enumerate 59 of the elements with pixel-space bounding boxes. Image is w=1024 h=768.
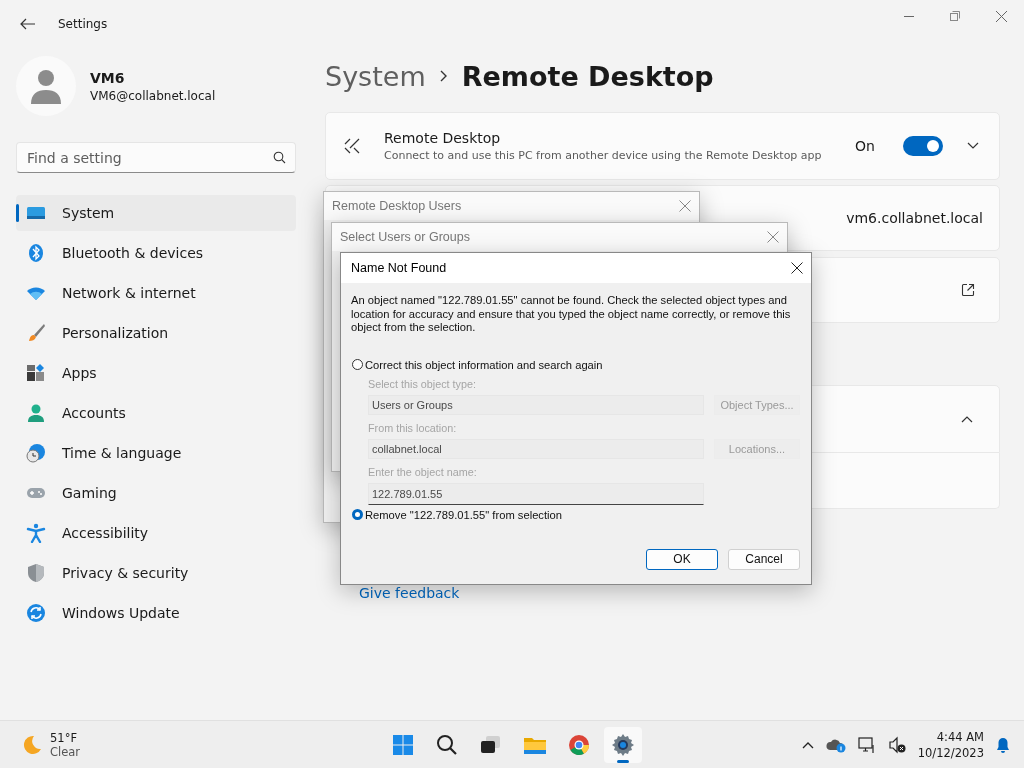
pc-name: vm6.collabnet.local (846, 210, 983, 226)
setting-title: Remote Desktop (384, 130, 502, 146)
globe-clock-icon (26, 443, 46, 463)
dialog-title: Select Users or Groups (340, 230, 470, 244)
chevron-up-icon[interactable] (801, 740, 814, 749)
weather-temperature: 51°F (50, 730, 78, 745)
person-icon (26, 403, 46, 423)
toggle-state-label: On (855, 138, 875, 154)
nav-item[interactable]: Gaming (16, 475, 296, 511)
minimize-icon (904, 15, 914, 17)
shield-icon (26, 563, 46, 583)
user-name: VM6 (90, 69, 126, 86)
close-button[interactable] (791, 262, 803, 274)
nav-item[interactable]: Time & language (16, 435, 296, 471)
page-title: Remote Desktop (461, 60, 714, 92)
paintbrush-icon (26, 323, 46, 343)
clock[interactable]: 4:44 AM 10/12/2023 (917, 728, 984, 761)
dialog-message: An object named "122.789.01.55" cannot be found. Check the selected object types and location for accuracy and ensure that you typed the object name correctly, or remove this object from the selection. (351, 294, 792, 335)
accessibility-icon (26, 523, 46, 543)
feedback-link[interactable]: Give feedback (325, 585, 1000, 601)
volume-muted-icon[interactable] (887, 735, 906, 754)
nav-item[interactable]: Windows Update (16, 595, 296, 631)
weather-condition: Clear (50, 744, 81, 759)
nav-item[interactable]: Network & internet (16, 275, 296, 311)
radio-button[interactable]: Remove "122.789.01.55" from selection (352, 508, 811, 521)
nav-item[interactable]: System (16, 195, 296, 231)
external-link-icon[interactable] (961, 283, 975, 297)
radio-button[interactable]: Correct this object information and search again (352, 358, 811, 371)
nav-item[interactable]: Privacy & security (16, 555, 296, 591)
dialog-title: Name Not Found (351, 261, 447, 275)
breadcrumb-link[interactable]: System (325, 60, 426, 92)
nav-item[interactable]: Accounts (16, 395, 296, 431)
bluetooth-icon (26, 243, 46, 263)
nav-item[interactable]: Personalization (16, 315, 296, 351)
field-label: Enter the object name: (368, 465, 478, 479)
network-icon[interactable] (857, 735, 876, 754)
remote-desktop-icon (342, 136, 362, 156)
nav-item[interactable]: Apps (16, 355, 296, 391)
close-icon (995, 10, 1007, 22)
back-arrow-icon (20, 18, 36, 30)
window-title: Settings (58, 17, 108, 31)
user-email: VM6@collabnet.local (90, 88, 216, 103)
restore-icon (950, 11, 960, 21)
nav-item[interactable]: Bluetooth & devices (16, 235, 296, 271)
setting-description: Connect to and use this PC from another device using the Remote Desktop app (384, 149, 822, 162)
cancel-button[interactable]: Cancel (728, 548, 800, 570)
field-label: Select this object type: (368, 377, 478, 391)
chevron-right-icon (439, 70, 448, 82)
toggle-switch[interactable] (903, 136, 943, 156)
ok-button[interactable]: OK (646, 548, 718, 570)
nav-item[interactable]: Accessibility (16, 515, 296, 551)
dialog-title: Remote Desktop Users (332, 199, 462, 213)
bell-icon[interactable] (996, 736, 1010, 753)
settings-icon[interactable] (604, 727, 642, 763)
apps-icon (26, 363, 46, 383)
update-icon (26, 603, 46, 623)
search-icon (273, 151, 286, 164)
field-label: From this location: (368, 421, 458, 435)
search-field[interactable]: Find a setting (16, 142, 296, 173)
